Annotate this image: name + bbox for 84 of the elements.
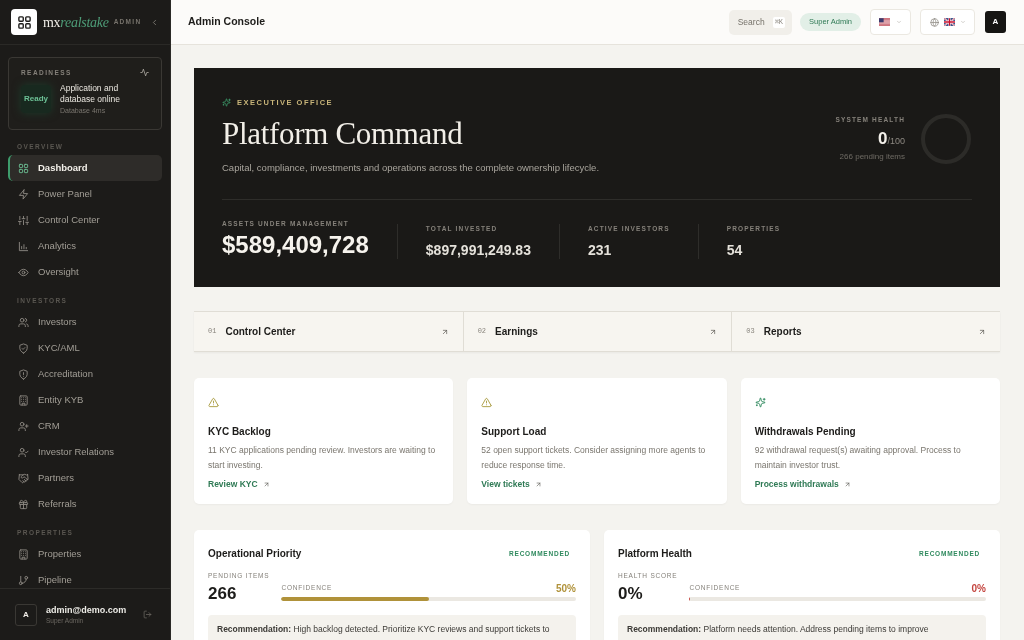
arrow-up-right-icon	[709, 327, 718, 336]
alert-title: Support Load	[481, 425, 548, 439]
action-link[interactable]: View tickets	[481, 478, 542, 491]
logout-button[interactable]	[142, 609, 152, 620]
sparkles-icon	[222, 98, 231, 108]
arrow-up-right-icon	[262, 480, 270, 488]
nav-item[interactable]: KYC/AML	[8, 335, 162, 361]
us-flag-icon	[879, 18, 890, 26]
arrow-up-right-icon	[978, 327, 986, 336]
shield-alert-icon	[18, 368, 29, 380]
recommendation-text: Recommendation: Platform needs attention. Address pending items to improve	[627, 622, 930, 635]
stat-value: $589,409,728	[222, 231, 369, 260]
readiness-title: Application and database online	[60, 82, 122, 105]
account-avatar[interactable]: A	[985, 11, 1006, 33]
chevron-down-icon	[959, 19, 966, 25]
chevron-down-icon	[896, 19, 902, 25]
user-avatar: A	[15, 603, 37, 626]
user-email: admin@demo.com	[46, 604, 127, 616]
nav-item[interactable]: Control Center	[8, 207, 162, 233]
insight-title: Platform Health	[618, 547, 692, 561]
metric-value: 266	[208, 583, 238, 604]
bar-chart-icon	[18, 240, 29, 252]
logo-icon	[11, 9, 37, 35]
page-subtitle: Capital, compliance, investments and operations across the complete ownership lifecycle.	[222, 161, 600, 176]
user-check-icon	[18, 446, 29, 458]
arrow-up-right-icon	[534, 480, 542, 488]
uk-flag-icon	[943, 18, 955, 26]
pending-items: 266 pending items	[839, 151, 905, 164]
action-link[interactable]: Process withdrawals	[754, 478, 851, 491]
building-icon	[18, 394, 29, 406]
gift-icon	[18, 498, 29, 510]
brand-name: mxrealstake	[43, 13, 109, 32]
console-title: Admin Console	[188, 14, 265, 30]
recommendation-text: Recommendation: High backlog detected. Prioritize KYC reviews and support tickets to	[217, 622, 551, 635]
confidence-value: 0%	[971, 582, 986, 594]
nav-item[interactable]: Oversight	[8, 259, 162, 285]
region-selector[interactable]	[870, 9, 911, 35]
grid-icon	[18, 162, 29, 174]
alert-text: 92 withdrawal request(s) awaiting approval. Process to maintain investor trust.	[754, 444, 962, 472]
nav-item[interactable]: Accreditation	[8, 361, 162, 387]
eye-icon	[18, 266, 29, 278]
warning-icon	[208, 397, 219, 408]
sliders-icon	[18, 214, 29, 226]
nav-item[interactable]: Referrals	[8, 491, 162, 517]
user-plus-icon	[18, 420, 29, 432]
alert-title: Withdrawals Pending	[754, 425, 857, 439]
activity-icon	[140, 68, 149, 78]
building-icon	[18, 548, 29, 560]
lightning-icon	[18, 188, 29, 200]
action-link[interactable]: Review KYC	[208, 478, 270, 491]
branch-icon	[18, 574, 29, 586]
insight-title: Operational Priority	[208, 547, 302, 561]
nav-item[interactable]: Analytics	[8, 233, 162, 259]
logout-icon	[142, 610, 152, 619]
nav-item[interactable]: CRM	[8, 413, 162, 439]
arrow-up-right-icon	[843, 480, 851, 488]
nav-item[interactable]: Properties	[8, 541, 162, 567]
nav-item[interactable]: Entity KYB	[8, 387, 162, 413]
page-title: Platform Command	[222, 117, 464, 152]
nav-item[interactable]: Investor Relations	[8, 439, 162, 465]
handshake-icon	[18, 472, 29, 484]
language-selector[interactable]	[920, 9, 975, 35]
ready-status: Ready	[21, 84, 51, 113]
nav-item[interactable]: Partners	[8, 465, 162, 491]
sparkles-icon	[754, 397, 766, 408]
nav-item[interactable]: Investors	[8, 309, 162, 335]
health-score-max: /100	[887, 135, 905, 148]
alert-text: 11 KYC applications pending review. Investors are waiting to start investing.	[208, 444, 437, 472]
arrow-up-right-icon	[440, 327, 449, 336]
globe-icon	[929, 17, 939, 27]
alert-title: KYC Backlog	[208, 425, 272, 439]
metric-value: 0%	[618, 583, 644, 604]
warning-icon	[481, 397, 493, 408]
stat-value: $897,991,249.83	[425, 241, 531, 260]
health-score: 0	[878, 129, 888, 148]
confidence-value: 50%	[556, 582, 576, 594]
users-icon	[18, 316, 29, 328]
stat-value: 231	[587, 241, 613, 260]
nav-item[interactable]: Pipeline	[8, 567, 162, 588]
nav-item[interactable]: Power Panel	[8, 181, 162, 207]
stat-value: 54	[726, 241, 744, 260]
alert-text: 52 open support tickets. Consider assigning more agents to reduce response time.	[481, 444, 707, 472]
nav-item[interactable]: Dashboard	[8, 155, 162, 181]
shield-check-icon	[18, 342, 29, 354]
